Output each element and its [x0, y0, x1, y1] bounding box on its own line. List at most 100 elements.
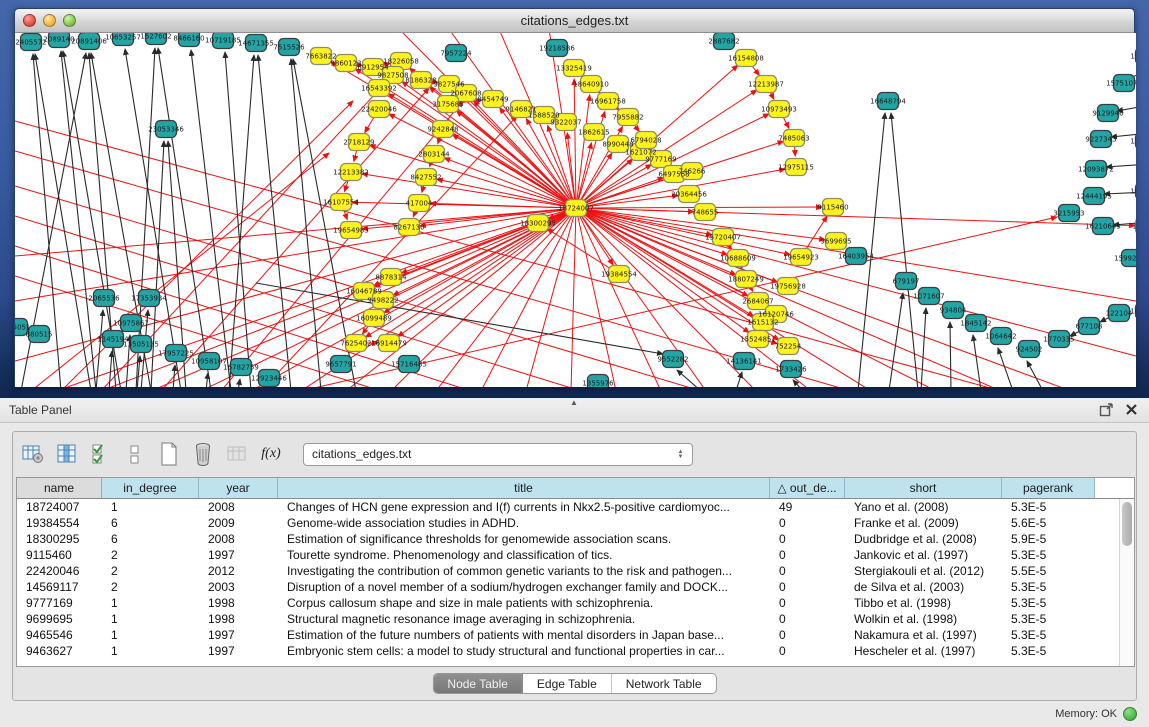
column-header-in_degree[interactable]: in_degree	[102, 478, 199, 498]
table-cell[interactable]: Tibbo et al. (1998)	[845, 595, 1002, 611]
table-row[interactable]: 2242004622012Investigating the contribut…	[17, 563, 1119, 579]
table-cell[interactable]: 1	[102, 499, 199, 515]
table-cell[interactable]: Investigating the contribution of common…	[278, 563, 770, 579]
table-cell[interactable]: 1998	[199, 611, 278, 627]
scrollbar-thumb[interactable]	[1122, 502, 1132, 546]
table-cell[interactable]: Dudbridge et al. (2008)	[845, 531, 1002, 547]
table-cell[interactable]: 0	[770, 547, 845, 563]
table-cell[interactable]: 0	[770, 531, 845, 547]
table-cell[interactable]: 9699695	[17, 611, 102, 627]
float-window-icon[interactable]	[1099, 402, 1114, 417]
window-titlebar[interactable]: citations_edges.txt	[15, 9, 1134, 33]
table-cell[interactable]: 18724007	[17, 499, 102, 515]
table-cell[interactable]: 0	[770, 515, 845, 531]
table-cell[interactable]: Stergiakouli et al. (2012)	[845, 563, 1002, 579]
tab-edge-table[interactable]: Edge Table	[523, 674, 612, 693]
memory-status-led[interactable]	[1123, 707, 1137, 721]
delete-table-icon[interactable]	[191, 442, 215, 466]
table-cell[interactable]: Yano et al. (2008)	[845, 499, 1002, 515]
table-cell[interactable]: 0	[770, 579, 845, 595]
table-row[interactable]: 1938455462009Genome-wide association stu…	[17, 515, 1119, 531]
table-cell[interactable]: 5.3E-5	[1002, 547, 1095, 563]
table-cell[interactable]: 22420046	[17, 563, 102, 579]
table-cell[interactable]: 1	[102, 643, 199, 659]
column-header-name[interactable]: name	[17, 478, 102, 498]
table-row[interactable]: 946554611997Estimation of the future num…	[17, 627, 1119, 643]
table-cell[interactable]: 1997	[199, 547, 278, 563]
table-cell[interactable]: 0	[770, 611, 845, 627]
table-cell[interactable]: 5.3E-5	[1002, 579, 1095, 595]
table-cell[interactable]: Genome-wide association studies in ADHD.	[278, 515, 770, 531]
table-cell[interactable]: Jankovic et al. (1997)	[845, 547, 1002, 563]
table-cell[interactable]: 5.6E-5	[1002, 515, 1095, 531]
column-header-short[interactable]: short	[845, 478, 1002, 498]
column-header-year[interactable]: year	[199, 478, 278, 498]
table-cell[interactable]: 9463627	[17, 643, 102, 659]
table-cell[interactable]: 2003	[199, 579, 278, 595]
table-cell[interactable]: 2008	[199, 531, 278, 547]
close-icon[interactable]	[1124, 402, 1139, 417]
network-graph[interactable]: 1872400724055722089140208914061065325715…	[15, 33, 1136, 387]
panel-resize-handle[interactable]: ▲	[570, 398, 578, 407]
table-cell[interactable]: 1998	[199, 595, 278, 611]
table-cell[interactable]: 9115460	[17, 547, 102, 563]
table-cell[interactable]: Structural magnetic resonance image aver…	[278, 611, 770, 627]
function-builder-icon[interactable]: f(x)	[259, 442, 283, 466]
table-cell[interactable]: Hescheler et al. (1997)	[845, 643, 1002, 659]
table-cell[interactable]: 1997	[199, 643, 278, 659]
table-cell[interactable]: 0	[770, 627, 845, 643]
table-cell[interactable]: Nakamura et al. (1997)	[845, 627, 1002, 643]
table-cell[interactable]: Estimation of significance thresholds fo…	[278, 531, 770, 547]
table-cell[interactable]: 2	[102, 547, 199, 563]
table-cell[interactable]: 2008	[199, 499, 278, 515]
table-cell[interactable]: Embryonic stem cells: a model to study s…	[278, 643, 770, 659]
table-cell[interactable]: 19384554	[17, 515, 102, 531]
table-cell[interactable]: de Silva et al. (2003)	[845, 579, 1002, 595]
show-columns-icon[interactable]	[55, 442, 79, 466]
table-settings-icon[interactable]	[21, 442, 45, 466]
table-row[interactable]: 977716911998Corpus callosum shape and si…	[17, 595, 1119, 611]
table-cell[interactable]: 49	[770, 499, 845, 515]
table-cell[interactable]: 2009	[199, 515, 278, 531]
table-cell[interactable]: 1	[102, 627, 199, 643]
table-cell[interactable]: 14569117	[17, 579, 102, 595]
new-table-icon[interactable]	[157, 442, 181, 466]
column-header-out_de[interactable]: △ out_de...	[770, 478, 845, 498]
network-view[interactable]: 1872400724055722089140208914061065325715…	[15, 33, 1136, 387]
table-cell[interactable]: Changes of HCN gene expression and I(f) …	[278, 499, 770, 515]
table-cell[interactable]: 5.3E-5	[1002, 595, 1095, 611]
table-cell[interactable]: 1	[102, 611, 199, 627]
table-row[interactable]: 1830029562008Estimation of significance …	[17, 531, 1119, 547]
table-cell[interactable]: 2	[102, 579, 199, 595]
table-cell[interactable]: 5.3E-5	[1002, 499, 1095, 515]
table-row[interactable]: 911546021997Tourette syndrome. Phenomeno…	[17, 547, 1119, 563]
table-vertical-scrollbar[interactable]	[1119, 499, 1134, 666]
table-cell[interactable]: 1997	[199, 627, 278, 643]
table-cell[interactable]: Wolkin et al. (1998)	[845, 611, 1002, 627]
table-row[interactable]: 1872400712008Changes of HCN gene express…	[17, 499, 1119, 515]
table-cell[interactable]: 0	[770, 563, 845, 579]
table-cell[interactable]: 9465546	[17, 627, 102, 643]
table-row[interactable]: 946362711997Embryonic stem cells: a mode…	[17, 643, 1119, 659]
table-cell[interactable]: 6	[102, 531, 199, 547]
tab-node-table[interactable]: Node Table	[433, 674, 523, 693]
column-header-title[interactable]: title	[278, 478, 770, 498]
table-cell[interactable]: 0	[770, 643, 845, 659]
table-cell[interactable]: 5.5E-5	[1002, 563, 1095, 579]
select-all-icon[interactable]	[89, 442, 113, 466]
table-cell[interactable]: Franke et al. (2009)	[845, 515, 1002, 531]
table-cell[interactable]: Disruption of a novel member of a sodium…	[278, 579, 770, 595]
table-cell[interactable]: 0	[770, 595, 845, 611]
table-cell[interactable]: 5.9E-5	[1002, 531, 1095, 547]
table-cell[interactable]: 18300295	[17, 531, 102, 547]
table-row[interactable]: 1456911722003Disruption of a novel membe…	[17, 579, 1119, 595]
table-cell[interactable]: Tourette syndrome. Phenomenology and cla…	[278, 547, 770, 563]
table-cell[interactable]: 6	[102, 515, 199, 531]
table-cell[interactable]: 5.3E-5	[1002, 643, 1095, 659]
tab-network-table[interactable]: Network Table	[612, 674, 716, 693]
table-cell[interactable]: Estimation of the future numbers of pati…	[278, 627, 770, 643]
table-cell[interactable]: 2	[102, 563, 199, 579]
table-cell[interactable]: 5.3E-5	[1002, 611, 1095, 627]
unselect-all-icon[interactable]	[123, 442, 147, 466]
table-cell[interactable]: 1	[102, 595, 199, 611]
